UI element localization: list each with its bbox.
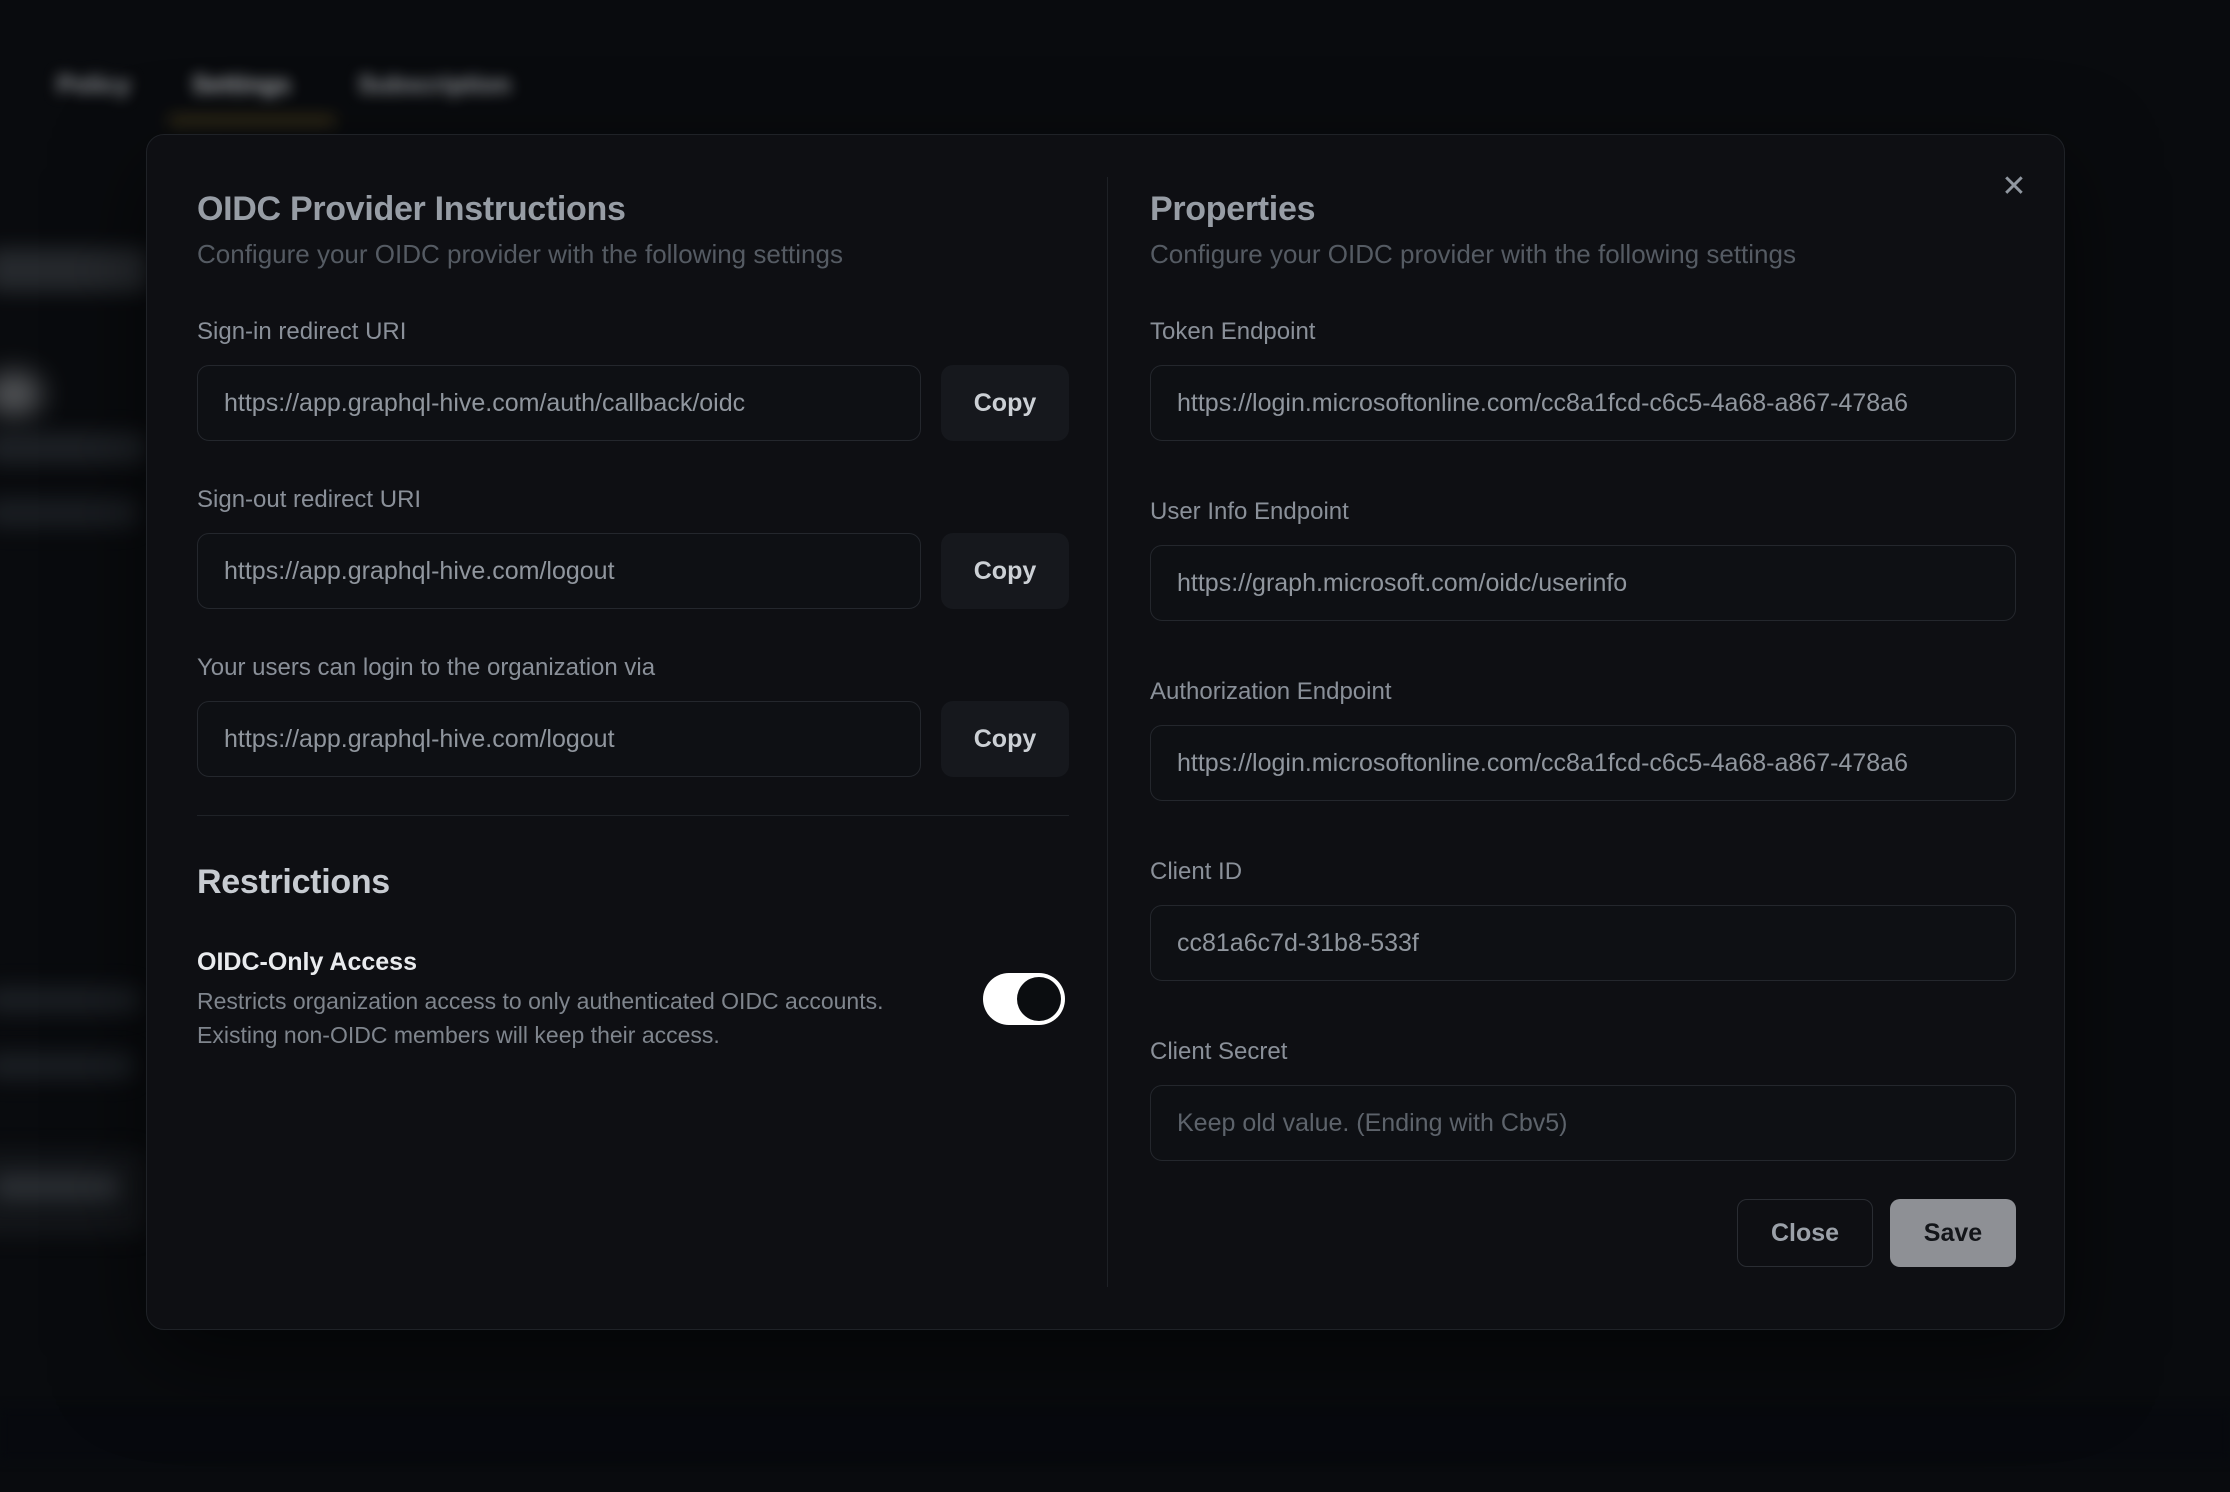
token-endpoint-row: [1150, 365, 2016, 441]
dialog-actions: Close Save: [1150, 1199, 2016, 1267]
user-info-endpoint-label: User Info Endpoint: [1150, 497, 2016, 527]
instructions-subtitle: Configure your OIDC provider with the fo…: [197, 237, 1069, 271]
authorization-endpoint-row: [1150, 725, 2016, 801]
client-id-label: Client ID: [1150, 857, 2016, 887]
copy-button[interactable]: Copy: [941, 701, 1069, 777]
oidc-only-access-description: Restricts organization access to only au…: [197, 984, 909, 1052]
instructions-title: OIDC Provider Instructions: [197, 187, 1069, 231]
login-url-input[interactable]: [197, 701, 921, 777]
sign-in-redirect-uri-label: Sign-in redirect URI: [197, 317, 1069, 347]
properties-subtitle: Configure your OIDC provider with the fo…: [1150, 237, 2016, 271]
oidc-only-access-toggle[interactable]: [983, 973, 1065, 1025]
client-secret-input[interactable]: [1150, 1085, 2016, 1161]
close-icon[interactable]: ✕: [1992, 165, 2036, 209]
oidc-only-access-text: OIDC-Only Access Restricts organization …: [197, 946, 909, 1052]
sign-out-redirect-uri-input[interactable]: [197, 533, 921, 609]
token-endpoint-input[interactable]: [1150, 365, 2016, 441]
toggle-thumb: [1017, 977, 1061, 1021]
client-secret-row: [1150, 1085, 2016, 1161]
oidc-only-access-row: OIDC-Only Access Restricts organization …: [197, 946, 1069, 1052]
sign-out-redirect-uri-label: Sign-out redirect URI: [197, 485, 1069, 515]
oidc-only-access-label: OIDC-Only Access: [197, 946, 909, 978]
authorization-endpoint-input[interactable]: [1150, 725, 2016, 801]
user-info-endpoint-input[interactable]: [1150, 545, 2016, 621]
oidc-settings-dialog: ✕ OIDC Provider Instructions Configure y…: [146, 134, 2065, 1330]
login-url-label: Your users can login to the organization…: [197, 653, 1069, 683]
client-id-row: [1150, 905, 2016, 981]
copy-button[interactable]: Copy: [941, 533, 1069, 609]
copy-button[interactable]: Copy: [941, 365, 1069, 441]
screen: Policy Settings Subscription ✕ OIDC Prov…: [0, 0, 2230, 1492]
close-button[interactable]: Close: [1737, 1199, 1873, 1267]
authorization-endpoint-label: Authorization Endpoint: [1150, 677, 2016, 707]
client-id-input[interactable]: [1150, 905, 2016, 981]
section-divider: [197, 815, 1069, 816]
token-endpoint-label: Token Endpoint: [1150, 317, 2016, 347]
user-info-endpoint-row: [1150, 545, 2016, 621]
sign-out-redirect-uri-row: Copy: [197, 533, 1069, 609]
sign-in-redirect-uri-row: Copy: [197, 365, 1069, 441]
save-button[interactable]: Save: [1890, 1199, 2016, 1267]
properties-title: Properties: [1150, 187, 2016, 231]
oidc-instructions-section: OIDC Provider Instructions Configure you…: [147, 135, 1107, 1329]
client-secret-label: Client Secret: [1150, 1037, 2016, 1067]
login-url-row: Copy: [197, 701, 1069, 777]
properties-section: Properties Configure your OIDC provider …: [1108, 135, 2064, 1329]
sign-in-redirect-uri-input[interactable]: [197, 365, 921, 441]
restrictions-title: Restrictions: [197, 860, 1069, 904]
